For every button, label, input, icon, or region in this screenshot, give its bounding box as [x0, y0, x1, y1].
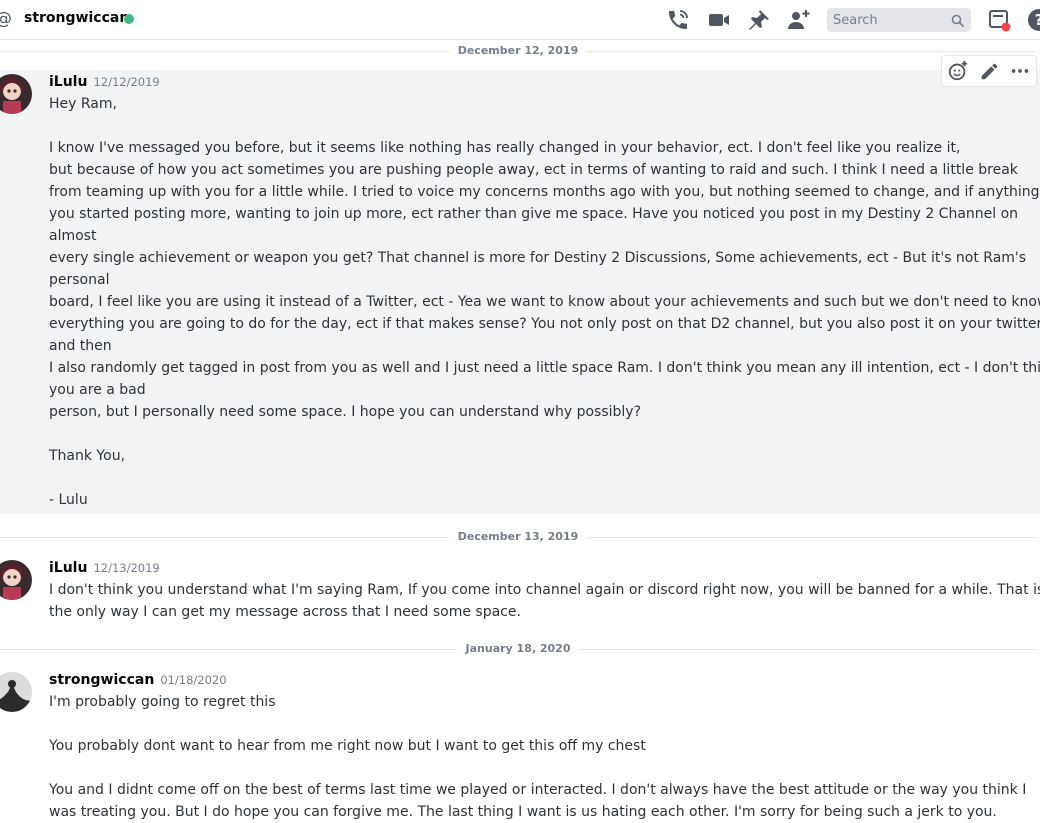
- message-list: December 12, 2019 iLulu 12/12/2019 Hey Ra…: [0, 40, 1040, 823]
- date-divider: January 18, 2020: [0, 642, 1036, 655]
- search-box[interactable]: [827, 8, 971, 32]
- call-icon[interactable]: [666, 8, 690, 32]
- message-author[interactable]: iLulu 12/12/2019: [49, 74, 160, 90]
- message-author[interactable]: iLulu 12/13/2019: [49, 560, 160, 576]
- more-options-icon[interactable]: [1009, 60, 1033, 84]
- message-timestamp: 01/18/2020: [160, 673, 227, 687]
- channel-header: @ strongwiccan ?: [0, 0, 1040, 40]
- date-divider: December 12, 2019: [0, 44, 1036, 57]
- video-icon[interactable]: [707, 8, 731, 32]
- message-timestamp: 12/13/2019: [93, 561, 160, 575]
- message-content: I'm probably going to regret this You pr…: [49, 694, 1027, 820]
- avatar[interactable]: [0, 560, 32, 600]
- pin-icon[interactable]: [747, 8, 771, 32]
- avatar[interactable]: [0, 74, 32, 114]
- add-reaction-icon[interactable]: [947, 60, 971, 84]
- date-divider: December 13, 2019: [0, 530, 1036, 543]
- message-item[interactable]: iLulu 12/13/2019 I don't think you unders…: [0, 556, 1040, 626]
- search-icon: [951, 13, 965, 28]
- edit-icon[interactable]: [978, 60, 1002, 84]
- message-content: Hey Ram, I know I've messaged you before…: [49, 96, 1040, 508]
- svg-text:?: ?: [1035, 11, 1040, 29]
- at-icon: @: [0, 9, 12, 29]
- message-item[interactable]: iLulu 12/12/2019 Hey Ram, I know I've mes…: [0, 70, 1040, 514]
- online-status-indicator: [124, 14, 134, 24]
- message-action-toolbar: [941, 55, 1037, 87]
- message-author[interactable]: strongwiccan 01/18/2020: [49, 672, 227, 688]
- channel-name: strongwiccan: [24, 10, 130, 26]
- search-input[interactable]: [827, 8, 943, 32]
- avatar[interactable]: [0, 672, 32, 712]
- inbox-icon[interactable]: [987, 8, 1011, 32]
- message-item[interactable]: strongwiccan 01/18/2020 I'm probably goin…: [0, 668, 1040, 823]
- add-friend-icon[interactable]: [787, 8, 811, 32]
- message-timestamp: 12/12/2019: [93, 75, 160, 89]
- help-icon[interactable]: ?: [1027, 8, 1040, 32]
- message-content: I don't think you understand what I'm sa…: [49, 582, 1040, 620]
